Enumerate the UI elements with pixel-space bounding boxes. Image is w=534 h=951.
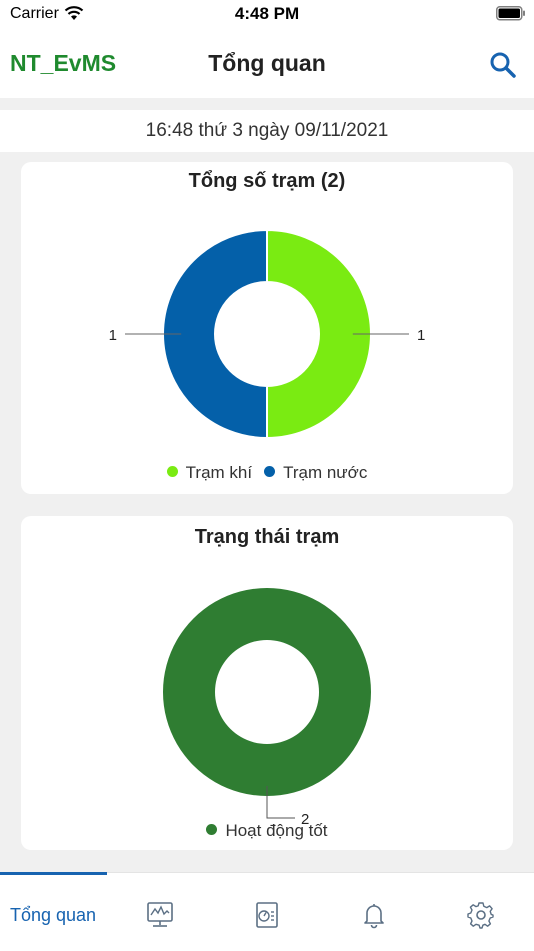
report-icon (256, 902, 278, 928)
tab-bar: Tổng quan (0, 872, 534, 951)
status-bar: Carrier 4:48 PM (0, 0, 534, 30)
navigation-bar: NT_EvMS Tổng quan (0, 30, 534, 98)
page-title: Tổng quan (208, 50, 326, 76)
legend-swatch (206, 824, 218, 836)
legend-label: Hoạt động tốt (225, 821, 328, 840)
legend-swatch (264, 466, 276, 478)
datetime-banner: 16:48 thứ 3 ngày 09/11/2021 (0, 110, 534, 152)
station-type-donut-chart: 11 (109, 228, 425, 440)
legend-label: Trạm khí (185, 463, 253, 482)
status-time: 4:48 PM (234, 4, 300, 23)
tab-report[interactable] (213, 873, 319, 951)
legend-label: Trạm nước (283, 463, 368, 482)
tab-monitor[interactable] (106, 873, 212, 951)
tab-settings[interactable] (427, 873, 533, 951)
gear-icon (467, 902, 494, 929)
station-status-card: Trạng thái trạm 2 Hoạt động tốt (21, 516, 513, 850)
legend-swatch (166, 466, 178, 478)
legend-item: Hoạt động tốt (206, 821, 328, 841)
slice-value-label: 1 (417, 327, 425, 344)
legend-item: Trạm khí (166, 463, 253, 483)
tab-notifications[interactable] (320, 873, 426, 951)
station-status-donut-chart: 2 (162, 588, 371, 828)
tab-overview[interactable]: Tổng quan (0, 872, 107, 951)
donut-slice (162, 588, 371, 796)
station-count-card: Tổng số trạm (2) 11 Trạm khí Trạm nước (21, 162, 513, 494)
legend-item: Trạm nước (264, 463, 367, 483)
monitor-icon (147, 902, 173, 927)
slice-value-label: 1 (109, 327, 117, 344)
chart-legend: Trạm khí Trạm nước (21, 463, 513, 483)
bell-icon (364, 904, 384, 929)
battery-icon (496, 6, 525, 21)
tab-overview-label: Tổng quan (9, 905, 97, 925)
chart-legend: Hoạt động tốt (21, 821, 513, 841)
search-icon[interactable] (488, 50, 518, 80)
